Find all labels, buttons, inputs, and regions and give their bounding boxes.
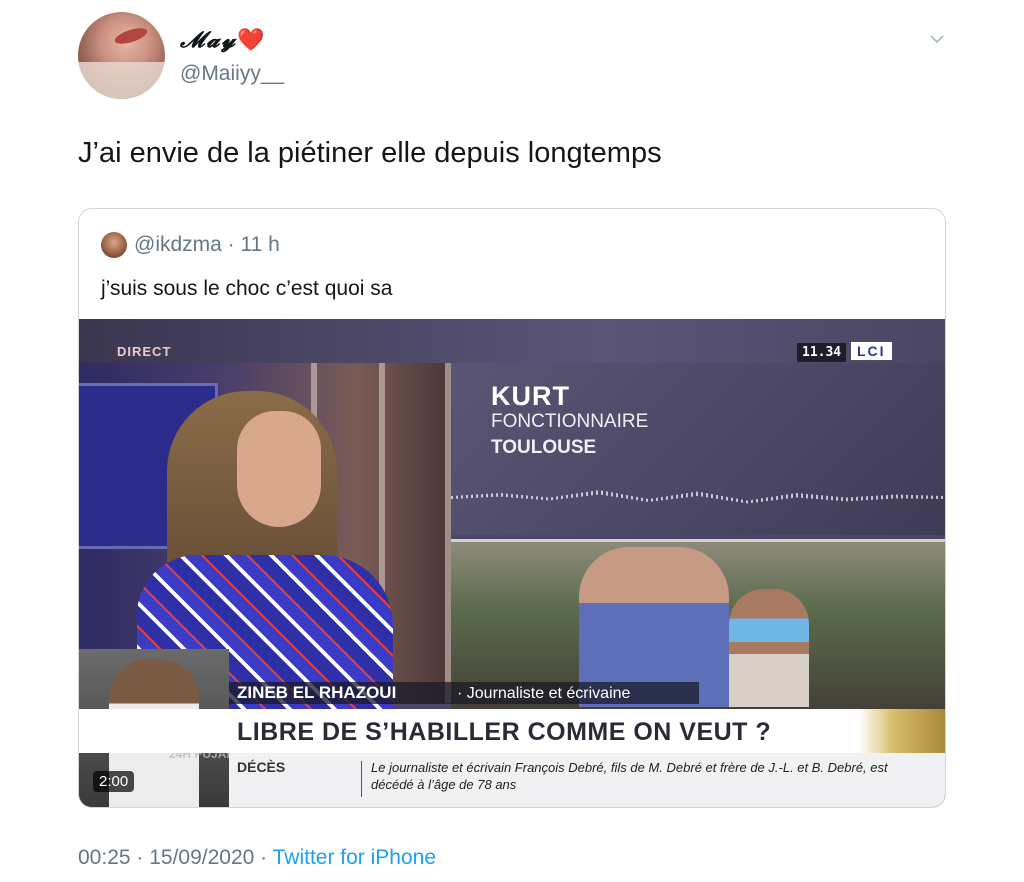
quoted-tweet[interactable]: @ikdzma · 11 h j’suis sous le choc c’est… bbox=[78, 208, 946, 808]
interviewee-city: TOULOUSE bbox=[491, 437, 597, 458]
channel-logo: LCI bbox=[851, 342, 892, 360]
video-player[interactable]: DIRECT 11.34 LCI KURT FONCTIONNAIRE TOUL… bbox=[79, 319, 945, 807]
ticker-text: Le journaliste et écrivain François Debr… bbox=[371, 760, 888, 792]
guest-role: · Journaliste et écrivaine bbox=[457, 685, 631, 702]
chevron-down-icon[interactable] bbox=[928, 30, 946, 48]
ticker-divider bbox=[361, 761, 362, 797]
heart-emoji: ❤️ bbox=[237, 27, 265, 53]
video-duration: 2:00 bbox=[93, 771, 135, 792]
quoted-avatar[interactable] bbox=[101, 232, 127, 258]
interviewee-name: KURT bbox=[491, 381, 570, 411]
quoted-text: j’suis sous le choc c’est quoi sa bbox=[101, 277, 393, 300]
guest-name: ZINEB EL RHAZOUI bbox=[237, 683, 397, 702]
quoted-handle-time[interactable]: @ikdzma · 11 h bbox=[134, 233, 280, 257]
avatar-photo-shade bbox=[78, 62, 165, 99]
headline: LIBRE DE S’HABILLER COMME ON VEUT ? bbox=[237, 718, 772, 746]
avatar-photo-detail bbox=[112, 25, 150, 47]
tweet-footer: 00:25 · 15/09/2020 · Twitter for iPhone bbox=[78, 846, 436, 870]
tweet-text: J’ai envie de la piétiner elle depuis lo… bbox=[78, 137, 662, 169]
street-masked-person bbox=[729, 589, 809, 707]
live-label: DIRECT bbox=[117, 344, 172, 359]
display-name-text: 𝓜𝓪𝔂 bbox=[180, 27, 238, 53]
avatar[interactable] bbox=[78, 12, 165, 99]
tweet-timestamp[interactable]: 00:25 · 15/09/2020 · bbox=[78, 846, 273, 869]
guest-face bbox=[237, 411, 321, 527]
tweet-source[interactable]: Twitter for iPhone bbox=[273, 846, 436, 869]
headline-accent bbox=[859, 709, 945, 753]
display-name[interactable]: 𝓜𝓪𝔂❤️ bbox=[180, 27, 265, 53]
ticker-label: DÉCÈS bbox=[237, 759, 286, 775]
user-handle[interactable]: @Maiiyy__ bbox=[180, 62, 284, 86]
interviewee-job: FONCTIONNAIRE bbox=[491, 411, 649, 432]
broadcast-clock: 11.34 bbox=[797, 343, 847, 362]
